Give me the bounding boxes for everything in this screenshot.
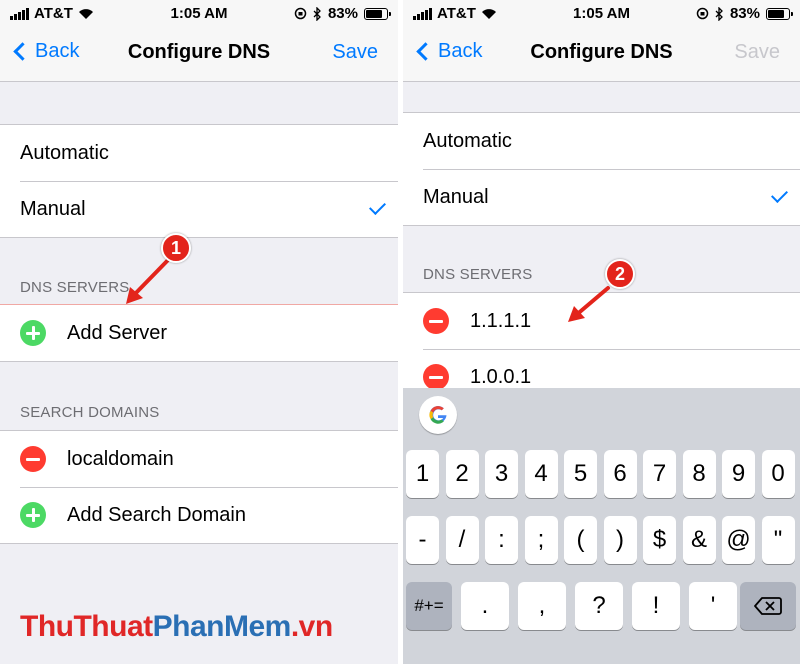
keyboard-key[interactable]: : <box>485 516 518 564</box>
watermark-part: .vn <box>290 610 333 643</box>
google-icon[interactable] <box>419 396 457 434</box>
numeric-keyboard: 1234567890 - /:;() $ & @ " #+= .,?! ' <box>403 388 800 664</box>
callout-badge: 1 <box>161 233 191 263</box>
backspace-icon <box>754 597 782 615</box>
keyboard-key[interactable]: . <box>461 582 509 630</box>
watermark: ThuThuatPhanMem.vn <box>20 610 333 644</box>
watermark-part: PhanMem <box>152 610 292 643</box>
keyboard-key[interactable]: ! <box>632 582 680 630</box>
keyboard-key[interactable]: ? <box>575 582 623 630</box>
keyboard-key[interactable]: & <box>682 516 716 564</box>
keyboard-key[interactable]: 0 <box>761 450 795 498</box>
keyboard-suggestion-bar <box>403 388 800 442</box>
keyboard-key[interactable]: 5 <box>564 450 597 498</box>
callout-arrow <box>126 256 172 304</box>
keyboard-key[interactable]: , <box>518 582 566 630</box>
watermark-part: ThuThuat <box>20 610 153 643</box>
keyboard-key[interactable]: 3 <box>485 450 518 498</box>
keyboard-key[interactable]: / <box>445 516 479 564</box>
more-symbols-key[interactable]: #+= <box>406 582 452 630</box>
keyboard-key[interactable]: $ <box>643 516 676 564</box>
keyboard-key[interactable]: - <box>406 516 439 564</box>
keyboard-key[interactable]: ( <box>564 516 597 564</box>
keyboard-key[interactable]: ; <box>524 516 558 564</box>
backspace-key[interactable] <box>740 582 796 630</box>
keyboard-key[interactable]: 7 <box>643 450 676 498</box>
right-phone-screen: AT&T 1:05 AM 83% Back Configure DNS Save… <box>403 0 800 664</box>
keyboard-key[interactable]: 1 <box>406 450 439 498</box>
keyboard-key[interactable]: ) <box>603 516 637 564</box>
keyboard-key[interactable]: " <box>761 516 795 564</box>
left-phone-screen: AT&T 1:05 AM 83% Back Configure DNS Save… <box>0 0 398 664</box>
keyboard-key[interactable]: 4 <box>524 450 558 498</box>
keyboard-key[interactable]: 9 <box>722 450 755 498</box>
keyboard-key[interactable]: 2 <box>445 450 479 498</box>
callout-badge: 2 <box>605 259 635 289</box>
keyboard-key[interactable]: 6 <box>603 450 637 498</box>
keyboard-key[interactable]: ' <box>689 582 737 630</box>
keyboard-key[interactable]: @ <box>722 516 755 564</box>
keyboard-key[interactable]: 8 <box>682 450 716 498</box>
